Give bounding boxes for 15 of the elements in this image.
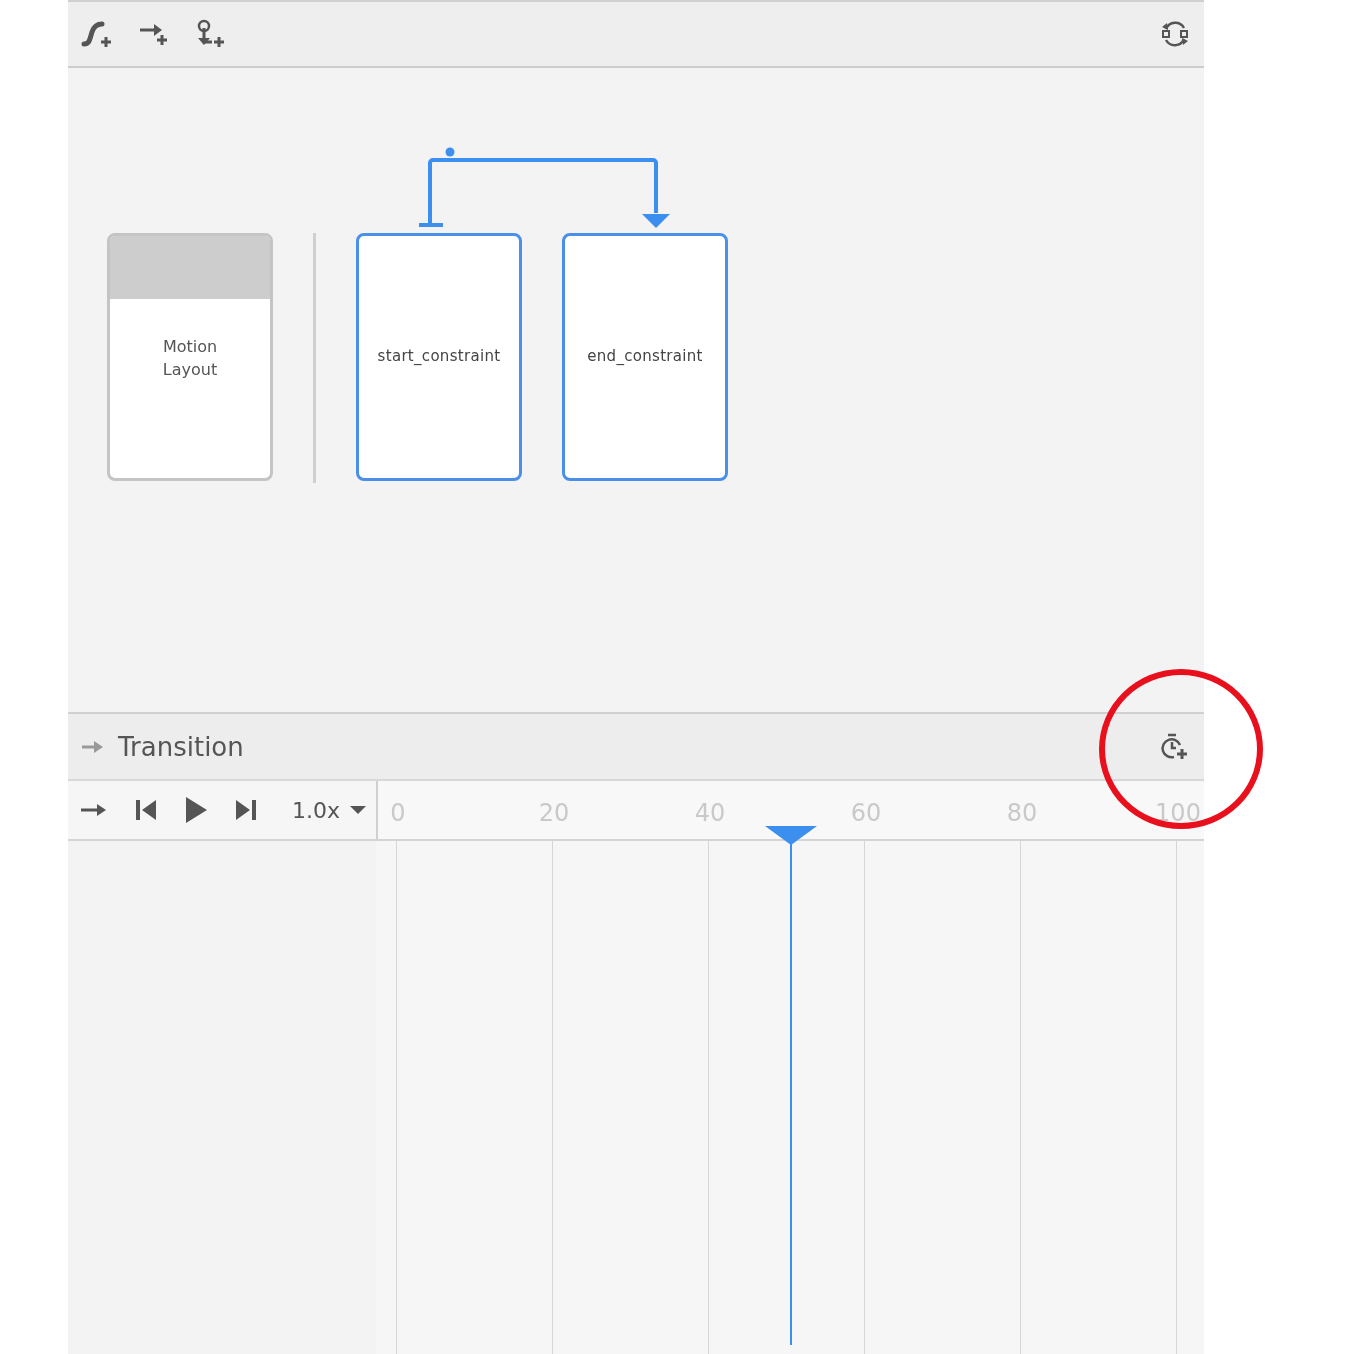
add-keyframe-icon[interactable]	[1158, 731, 1190, 762]
speed-dropdown[interactable]: 1.0x	[292, 797, 366, 823]
skip-forward-icon[interactable]	[234, 799, 258, 821]
constraint-set-card[interactable]: start_constraint	[356, 233, 522, 481]
caret-icon	[350, 805, 366, 815]
constraint-set-card[interactable]: end_constraint	[562, 233, 728, 481]
transition-title: Transition	[118, 731, 245, 762]
motion-layout-card[interactable]: Motion Layout	[107, 233, 273, 481]
skip-back-icon[interactable]	[134, 799, 158, 821]
handle-dot[interactable]	[445, 147, 455, 157]
play-icon[interactable]	[184, 796, 208, 824]
direction-arrow-icon[interactable]	[80, 801, 108, 819]
transition-arrow[interactable]	[419, 158, 670, 228]
card-label: Motion Layout	[161, 336, 219, 381]
playhead[interactable]	[764, 825, 817, 1345]
